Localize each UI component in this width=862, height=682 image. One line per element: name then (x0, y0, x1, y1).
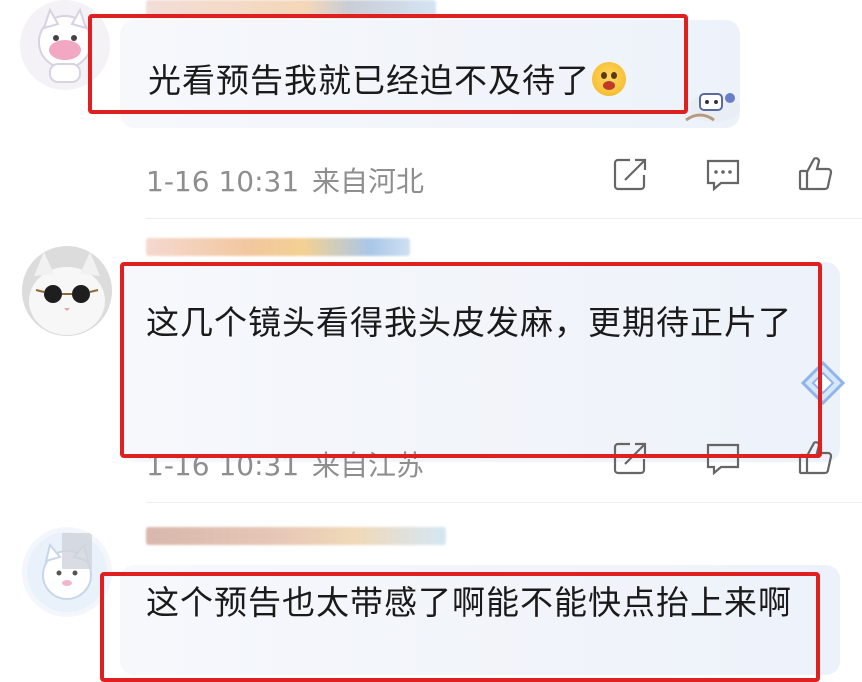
comment-location: 来自河北 (312, 165, 425, 198)
comment-icon[interactable] (703, 154, 743, 194)
divider (146, 502, 862, 503)
username-blurred[interactable] (146, 527, 446, 545)
comment-item: 光看预告我就已经迫不及待了 1-16 10:31 来自河北 (0, 0, 862, 220)
divider (146, 218, 862, 219)
comment-item: 这几个镜头看得我头皮发麻，更期待正片了 1-16 10:31 来自江苏 (0, 232, 862, 503)
highlight-box (120, 262, 822, 458)
avatar[interactable] (22, 527, 112, 617)
comment-time: 1-16 10:31 (146, 165, 300, 198)
share-icon[interactable] (610, 154, 650, 194)
like-icon[interactable] (796, 154, 836, 194)
comment-meta: 1-16 10:31 来自河北 (146, 160, 424, 200)
username-blurred[interactable] (146, 238, 410, 256)
avatar[interactable] (22, 246, 112, 336)
highlight-box (88, 14, 688, 114)
comment-item: 这个预告也太带感了啊能不能快点抬上来啊 (0, 515, 862, 682)
highlight-box (100, 572, 820, 682)
